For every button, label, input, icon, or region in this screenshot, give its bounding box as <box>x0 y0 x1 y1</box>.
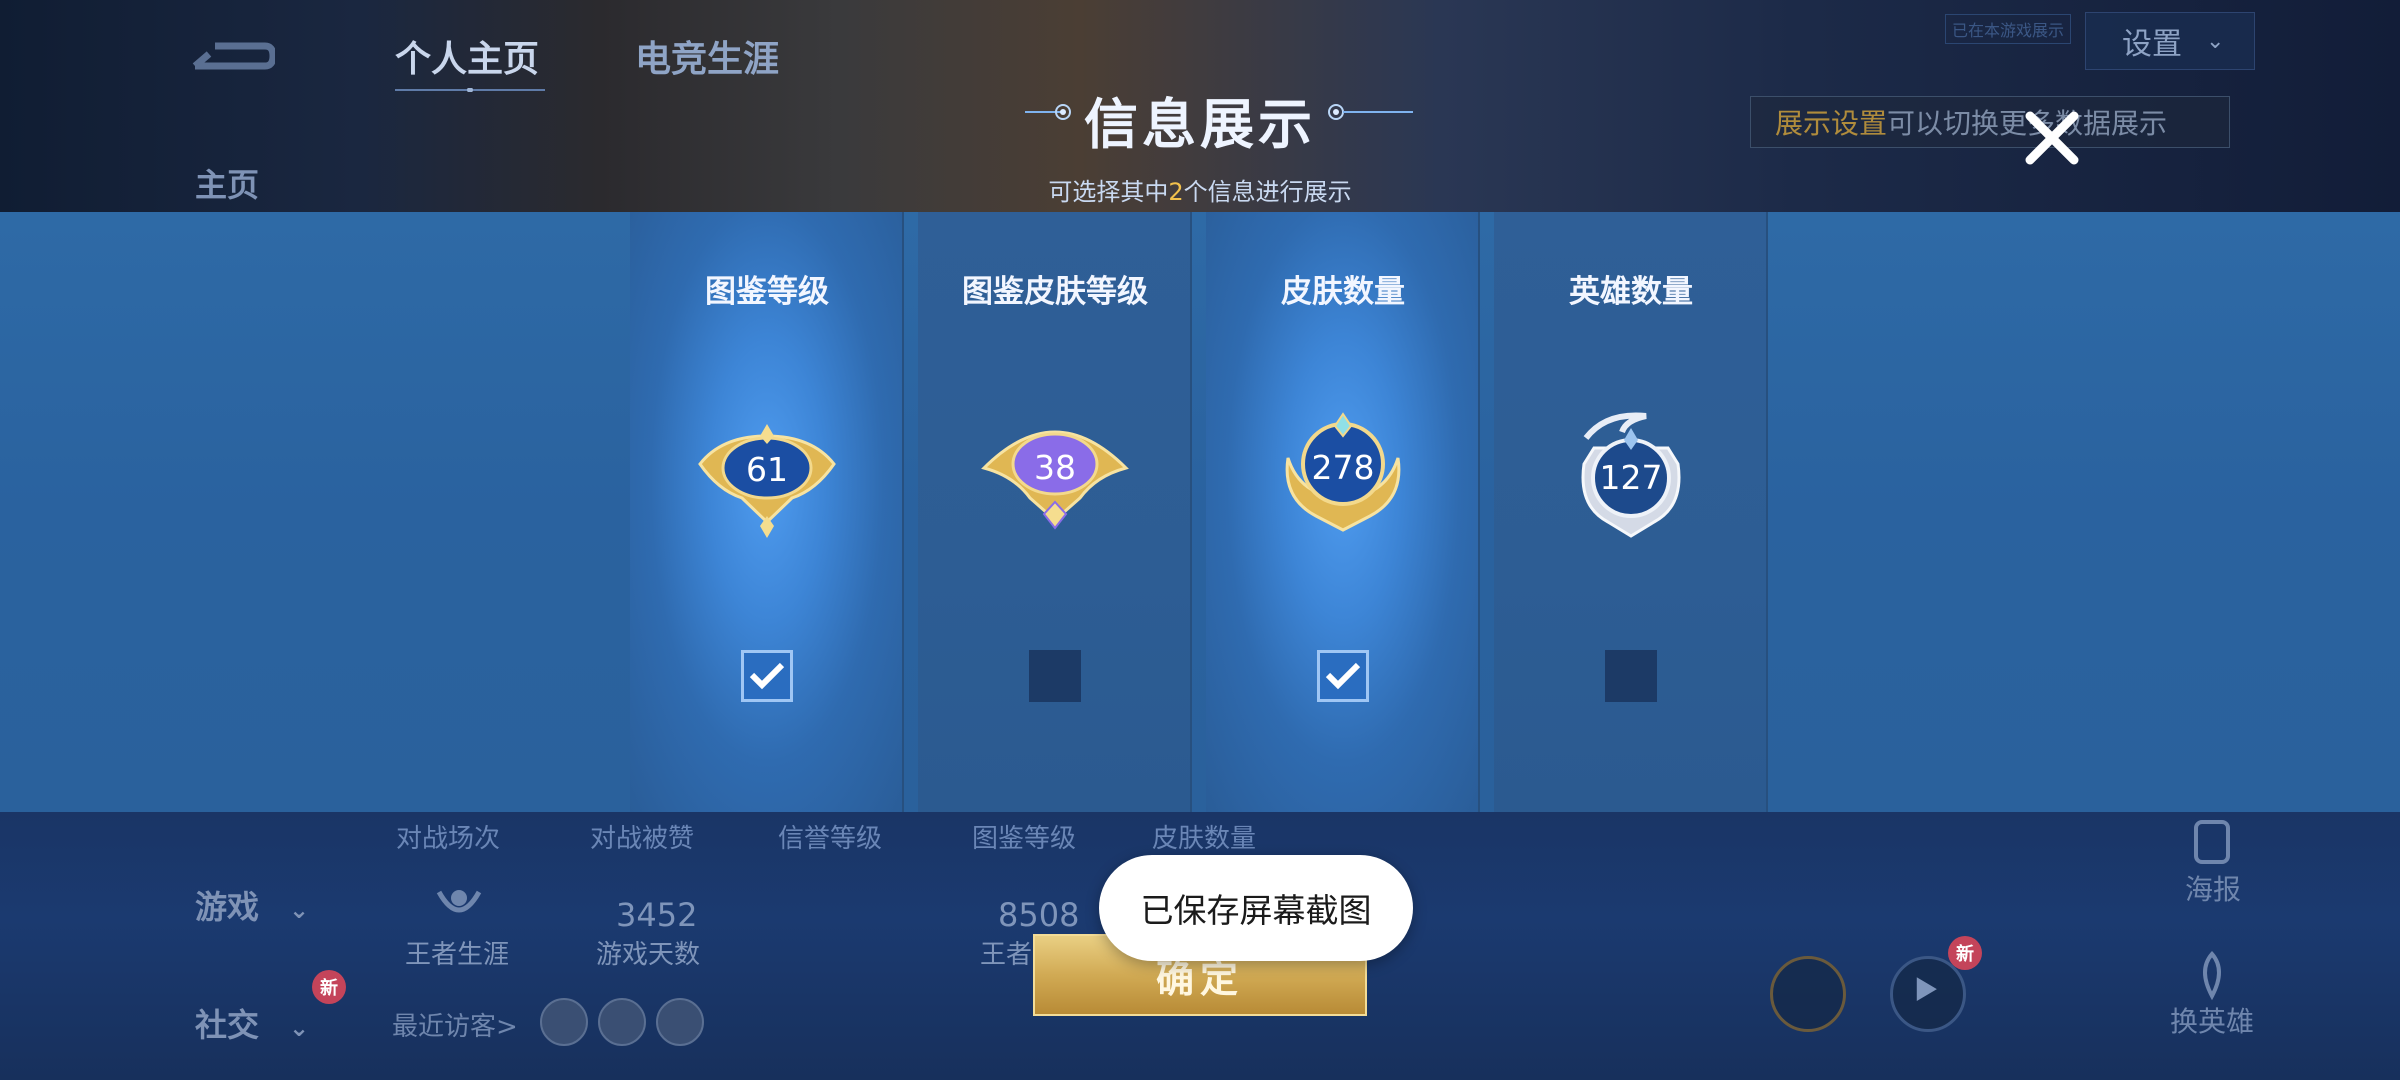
screenshot-saved-toast: 已保存屏幕截图 <box>1099 855 1413 961</box>
stat-label: 对战被赞 <box>590 824 695 854</box>
card-title: 图鉴等级 <box>705 274 829 310</box>
stat-sub: 游戏天数 <box>596 940 701 970</box>
subtitle-prefix: 可选择其中 <box>1048 178 1169 206</box>
badge-value: 278 <box>1311 448 1375 487</box>
chevron-down-icon: ⌄ <box>289 1014 310 1042</box>
avatar[interactable] <box>656 998 704 1046</box>
avatar[interactable] <box>540 998 588 1046</box>
switch-hero-icon <box>2203 950 2221 1001</box>
chevron-down-icon: ⌄ <box>289 896 310 924</box>
checkbox-skin-count[interactable] <box>1317 650 1369 702</box>
checkbox-codex-skin-level[interactable] <box>1029 650 1081 702</box>
badge-value: 38 <box>1034 448 1076 487</box>
poster-icon <box>2194 820 2230 864</box>
card-title: 图鉴皮肤等级 <box>962 274 1148 310</box>
career-label[interactable]: 王者生涯 <box>405 934 509 971</box>
switch-hero-button[interactable]: 换英雄 <box>2170 1000 2254 1040</box>
stat-label: 信誉等级 <box>778 824 883 854</box>
stat-value: 8508 <box>998 896 1080 934</box>
stat-sub: 王者 <box>980 940 1033 970</box>
info-card-hero-count[interactable]: 英雄数量 127 <box>1494 212 1768 812</box>
stat-label: 图鉴等级 <box>972 824 1077 854</box>
career-emblem-icon <box>436 890 482 913</box>
badge-value: 61 <box>746 450 788 489</box>
check-icon <box>749 662 785 690</box>
poster-button[interactable]: 海报 <box>2185 868 2241 908</box>
modal-title: 信息展示 <box>1084 93 1316 156</box>
badge-value: 127 <box>1599 458 1663 497</box>
play-icon <box>1916 977 1937 1002</box>
checkbox-hero-count[interactable] <box>1605 650 1657 702</box>
check-icon <box>1325 662 1361 690</box>
close-icon[interactable] <box>2022 108 2082 168</box>
sidebar-item-game[interactable]: 游戏 ⌄ <box>195 882 309 928</box>
info-display-modal <box>0 212 2400 812</box>
subtitle-count: 2 <box>1168 178 1184 206</box>
sidebar-item-social[interactable]: 社交 ⌄ <box>195 1000 309 1046</box>
settings-label: 设置 <box>2122 27 2182 62</box>
stat-label: 皮肤数量 <box>1152 824 1257 854</box>
info-card-codex-level[interactable]: 图鉴等级 61 <box>630 212 904 812</box>
back-arrow-icon[interactable] <box>185 36 277 76</box>
hero-pose-button[interactable] <box>1770 956 1846 1032</box>
settings-button[interactable]: 设置 ⌄ <box>2085 12 2255 70</box>
top-note: 已在本游戏展示 <box>1945 14 2072 44</box>
tab-esports-career[interactable]: 电竞生涯 <box>635 30 779 82</box>
new-badge: 新 <box>1948 936 1982 970</box>
chevron-down-icon: ⌄ <box>2206 28 2225 54</box>
card-title: 皮肤数量 <box>1281 274 1405 310</box>
subtitle-suffix: 个信息进行展示 <box>1183 178 1352 206</box>
info-card-codex-skin-level[interactable]: 图鉴皮肤等级 38 <box>918 212 1192 812</box>
avatar[interactable] <box>598 998 646 1046</box>
sidebar-item-label: 社交 <box>195 1006 260 1044</box>
sidebar-item-label: 游戏 <box>195 888 260 926</box>
stat-value: 3452 <box>616 896 698 934</box>
play-button[interactable] <box>1890 956 1966 1032</box>
card-title: 英雄数量 <box>1569 274 1693 310</box>
recent-visitors-link[interactable]: 最近访客> <box>392 1006 518 1043</box>
info-card-skin-count[interactable]: 皮肤数量 278 <box>1206 212 1480 812</box>
new-badge: 新 <box>312 970 346 1004</box>
stat-label: 对战场次 <box>396 824 501 854</box>
checkbox-codex-level[interactable] <box>741 650 793 702</box>
modal-subtitle: 可选择其中2个信息进行展示 <box>0 172 2400 207</box>
tab-personal-home[interactable]: 个人主页 <box>395 30 539 82</box>
